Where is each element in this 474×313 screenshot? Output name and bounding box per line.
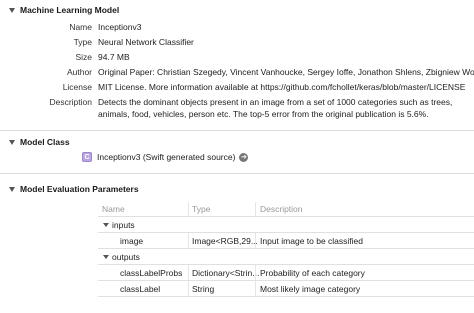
column-separator [255,202,256,217]
column-header-name[interactable]: Name [102,204,125,214]
param-type: String [192,283,215,294]
group-label-inputs[interactable]: inputs [103,220,135,230]
divider [0,173,474,174]
meta-value: Original Paper: Christian Szegedy, Vince… [98,67,474,77]
param-type: Dictionary<Strin... [192,267,260,278]
parameters-table: Name Type Description inputs image Image… [98,202,474,297]
table-group-outputs[interactable]: outputs [98,249,474,265]
disclosure-triangle-icon[interactable] [9,139,15,145]
param-name: image [120,235,144,246]
section-header-model-class[interactable]: Model Class [0,135,474,149]
section-title-model-class: Model Class [20,137,70,147]
column-separator [255,233,256,248]
table-group-inputs[interactable]: inputs [98,217,474,233]
param-description: Probability of each category [260,267,365,278]
meta-row-author: Author Original Paper: Christian Szegedy… [0,67,474,79]
meta-row-size: Size 94.7 MB [0,52,474,64]
table-row[interactable]: classLabel String Most likely image cate… [98,281,474,297]
param-description: Input image to be classified [260,235,364,246]
disclosure-triangle-icon[interactable] [9,7,15,13]
column-separator [255,265,256,280]
meta-row-type: Type Neural Network Classifier [0,37,474,49]
column-header-type[interactable]: Type [192,204,210,214]
model-class-text: Inceptionv3 (Swift generated source) [97,152,236,162]
table-row[interactable]: image Image<RGB,29... Input image to be … [98,233,474,249]
meta-row-license: License MIT License. More information av… [0,82,474,94]
meta-label: Author [66,67,92,77]
meta-row-description: Description Detects the dominant objects… [0,97,474,120]
disclosure-triangle-icon[interactable] [103,255,109,260]
section-title-evaluation: Model Evaluation Parameters [20,184,139,194]
column-header-description[interactable]: Description [260,204,303,214]
param-name: classLabel [120,283,161,294]
group-name: inputs [112,219,135,230]
meta-label: Type [73,37,92,47]
model-class-row[interactable]: C Inceptionv3 (Swift generated source) ➔ [82,152,249,162]
group-name: outputs [112,251,140,262]
meta-label: Description [49,97,92,107]
group-label-outputs[interactable]: outputs [103,252,140,262]
column-separator [188,281,189,296]
column-separator [255,281,256,296]
table-header-row: Name Type Description [98,202,474,217]
meta-value: Neural Network Classifier [98,37,194,47]
section-header-evaluation[interactable]: Model Evaluation Parameters [0,182,474,196]
param-description: Most likely image category [260,283,361,294]
meta-label: Name [69,22,92,32]
disclosure-triangle-icon[interactable] [103,223,109,228]
table-row[interactable]: classLabelProbs Dictionary<Strin... Prob… [98,265,474,281]
meta-value: Detects the dominant objects present in … [98,97,453,119]
meta-label: Size [75,52,92,62]
column-separator [188,265,189,280]
column-separator [188,233,189,248]
divider [0,130,474,131]
meta-row-name: Name Inceptionv3 [0,22,474,34]
column-separator [188,202,189,217]
section-title-model: Machine Learning Model [20,5,120,15]
meta-value: MIT License. More information available … [98,82,466,92]
swift-class-icon: C [82,152,92,162]
disclosure-triangle-icon[interactable] [9,186,15,192]
meta-label: License [62,82,92,92]
meta-value: 94.7 MB [98,52,130,62]
meta-value: Inceptionv3 [98,22,142,32]
param-name: classLabelProbs [120,267,183,278]
section-header-model[interactable]: Machine Learning Model [0,3,474,17]
go-arrow-icon[interactable]: ➔ [239,152,249,162]
param-type: Image<RGB,29... [192,235,258,246]
